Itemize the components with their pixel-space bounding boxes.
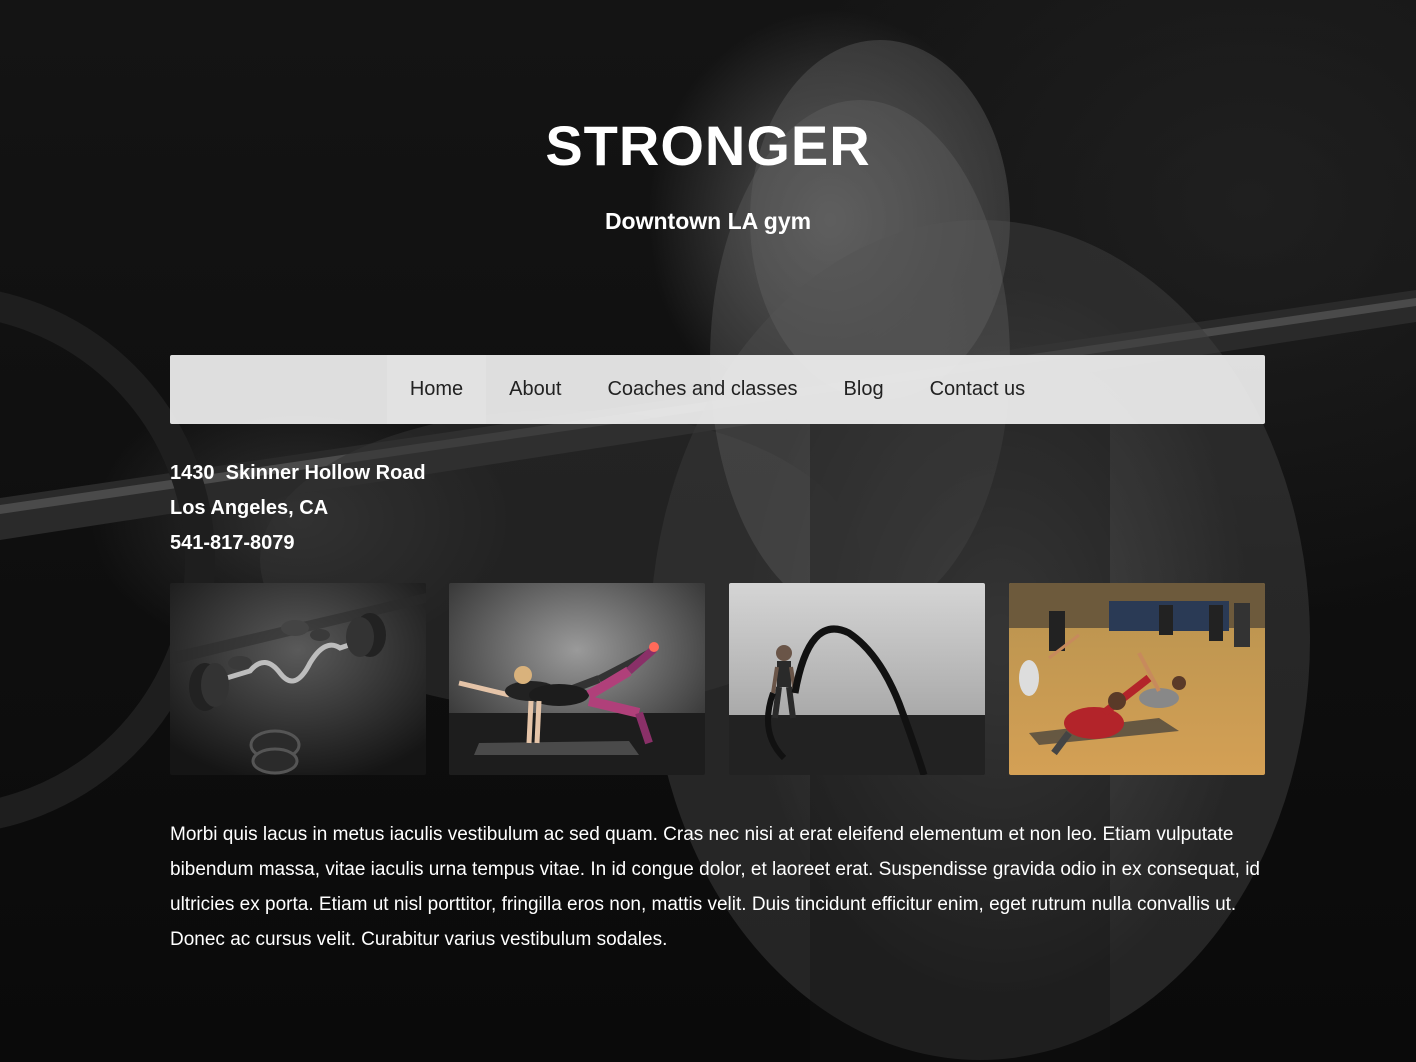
photo-gallery: [170, 583, 1265, 775]
gallery-photo-yoga[interactable]: [449, 583, 705, 775]
phone-number: 541-817-8079: [170, 532, 295, 554]
dumbbell-image: [170, 583, 426, 775]
city-state: Los Angeles, CA: [170, 497, 329, 519]
street-address: 1430 Skinner Hollow Road: [170, 462, 426, 484]
site-subtitle: Downtown LA gym: [604, 208, 812, 234]
intro-paragraph: Morbi quis lacus in metus iaculis vestib…: [170, 824, 1260, 950]
nav-item-home[interactable]: Home: [386, 355, 487, 424]
stretching-class-image: [1009, 583, 1265, 775]
nav-item-blog[interactable]: Blog: [821, 355, 907, 424]
yoga-image: [449, 583, 705, 775]
gym-address: 1430 Skinner Hollow Road Los Angeles, CA…: [170, 456, 770, 561]
main-navigation: Home About Coaches and classes Blog Cont…: [170, 355, 1265, 424]
nav-item-contact-us[interactable]: Contact us: [907, 355, 1049, 424]
nav-item-coaches-and-classes[interactable]: Coaches and classes: [584, 355, 820, 424]
site-title: STRONGER: [545, 114, 871, 177]
gallery-photo-dumbbell[interactable]: [170, 583, 426, 775]
battle-ropes-image: [729, 583, 985, 775]
nav-item-about[interactable]: About: [486, 355, 584, 424]
gallery-photo-battle-ropes[interactable]: [729, 583, 985, 775]
gallery-photo-stretching-class[interactable]: [1009, 583, 1265, 775]
